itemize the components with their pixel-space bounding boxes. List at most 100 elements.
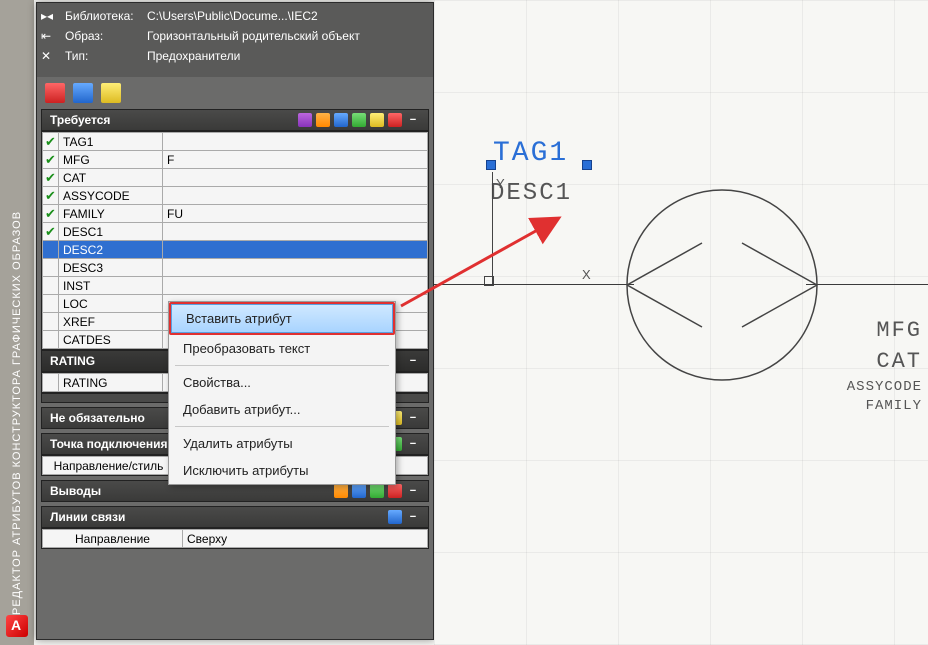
head-icon[interactable]: [388, 510, 402, 524]
collapse-section-icon[interactable]: −: [406, 113, 420, 127]
collapse-section-icon[interactable]: −: [406, 411, 420, 425]
canvas-property-labels: MFG CAT ASSYCODE FAMILY: [847, 316, 922, 417]
image-value: Горизонтальный родительский объект: [147, 29, 360, 43]
attr-name-cell: MFG: [59, 151, 163, 169]
ctx-convert-text[interactable]: Преобразовать текст: [169, 335, 395, 362]
head-icon[interactable]: [352, 113, 366, 127]
canvas-assycode-label: ASSYCODE: [847, 378, 922, 398]
section-optional-title: Не обязательно: [50, 411, 145, 425]
head-icon[interactable]: [370, 484, 384, 498]
vertical-title-text: РЕДАКТОР АТРИБУТОВ КОНСТРУКТОРА ГРАФИЧЕС…: [11, 8, 23, 615]
type-value: Предохранители: [147, 49, 240, 63]
row-check-icon: ✔: [43, 187, 59, 205]
attr-value-cell[interactable]: [163, 187, 428, 205]
collapse-section-icon[interactable]: −: [406, 354, 420, 368]
wire-line: [434, 284, 634, 285]
collapse-icon[interactable]: ▸◂: [41, 9, 53, 23]
attr-name-cell: LOC: [59, 295, 163, 313]
attr-name-cell: XREF: [59, 313, 163, 331]
panel-toolbar: [41, 81, 429, 109]
canvas-tag1-text[interactable]: TAG1: [493, 138, 568, 169]
row-check-icon: ✔: [43, 133, 59, 151]
panel-control-icons: ▸◂ ⇤ ✕: [41, 9, 53, 63]
table-row[interactable]: INST: [43, 277, 428, 295]
autocad-logo: [6, 615, 28, 637]
head-icon[interactable]: [388, 484, 402, 498]
canvas-family-label: FAMILY: [847, 397, 922, 417]
row-check-icon: [43, 313, 59, 331]
toolbar-icon-3[interactable]: [101, 83, 121, 103]
attr-name-cell: CATDES: [59, 331, 163, 349]
attr-value-cell[interactable]: [163, 133, 428, 151]
head-icon[interactable]: [298, 113, 312, 127]
rating-name: RATING: [59, 374, 163, 392]
selection-grip[interactable]: [582, 160, 592, 170]
table-row[interactable]: ✔ASSYCODE: [43, 187, 428, 205]
head-icon[interactable]: [334, 113, 348, 127]
ctx-properties[interactable]: Свойства...: [169, 369, 395, 396]
attr-value-cell[interactable]: [163, 169, 428, 187]
row-check-icon: ✔: [43, 169, 59, 187]
attr-value-cell[interactable]: [163, 223, 428, 241]
attr-name-cell: FAMILY: [59, 205, 163, 223]
head-icon[interactable]: [334, 484, 348, 498]
ctx-exclude-attributes[interactable]: Исключить атрибуты: [169, 457, 395, 484]
pin-icon[interactable]: ⇤: [41, 29, 53, 43]
table-row[interactable]: ✔MFGF: [43, 151, 428, 169]
row-check-icon: [43, 331, 59, 349]
table-row[interactable]: Направление Сверху: [43, 530, 428, 548]
attr-name-cell: DESC1: [59, 223, 163, 241]
attr-value-cell[interactable]: [163, 241, 428, 259]
axis-x-label: X: [582, 267, 591, 282]
row-check-icon: [43, 295, 59, 313]
toolbar-icon-2[interactable]: [73, 83, 93, 103]
table-row[interactable]: ✔DESC1: [43, 223, 428, 241]
row-check-icon: ✔: [43, 151, 59, 169]
close-panel-icon[interactable]: ✕: [41, 49, 53, 63]
ctx-add-attribute[interactable]: Добавить атрибут...: [169, 396, 395, 423]
head-icon[interactable]: [352, 484, 366, 498]
head-icon[interactable]: [388, 113, 402, 127]
panel-header: Библиотека:C:\Users\Public\Docume...\IEC…: [37, 3, 433, 77]
context-menu: Вставить атрибут Преобразовать текст Сво…: [168, 301, 396, 485]
collapse-section-icon[interactable]: −: [406, 437, 420, 451]
links-grid[interactable]: Направление Сверху: [41, 528, 429, 549]
conn-label: Направление/стиль: [43, 457, 175, 475]
ctx-delete-attributes[interactable]: Удалить атрибуты: [169, 430, 395, 457]
table-row[interactable]: DESC3: [43, 259, 428, 277]
attr-value-cell[interactable]: F: [163, 151, 428, 169]
row-check-icon: [43, 241, 59, 259]
table-row[interactable]: ✔FAMILYFU: [43, 205, 428, 223]
canvas-cat-label: CAT: [847, 347, 922, 378]
section-rating-title: RATING: [50, 354, 95, 368]
fuse-symbol[interactable]: [612, 165, 832, 405]
toolbar-icon-1[interactable]: [45, 83, 65, 103]
collapse-section-icon[interactable]: −: [406, 510, 420, 524]
ctx-insert-attribute[interactable]: Вставить атрибут: [171, 304, 393, 333]
row-check-icon: [43, 259, 59, 277]
collapse-section-icon[interactable]: −: [406, 484, 420, 498]
section-required-head[interactable]: Требуется −: [41, 109, 429, 131]
attr-name-cell: INST: [59, 277, 163, 295]
table-row[interactable]: ✔CAT: [43, 169, 428, 187]
axis-y-line: [492, 172, 493, 284]
image-label: Образ:: [65, 29, 147, 43]
links-label: Направление: [43, 530, 183, 548]
links-val[interactable]: Сверху: [183, 530, 428, 548]
table-row[interactable]: ✔TAG1: [43, 133, 428, 151]
head-icon[interactable]: [370, 113, 384, 127]
attr-value-cell[interactable]: [163, 277, 428, 295]
section-links-head[interactable]: Линии связи −: [41, 506, 429, 528]
section-connpoint-title: Точка подключения: [50, 437, 167, 451]
attr-value-cell[interactable]: FU: [163, 205, 428, 223]
section-links: Линии связи − Направление Сверху: [41, 506, 429, 549]
ctx-separator: [175, 426, 389, 427]
selection-grip[interactable]: [486, 160, 496, 170]
head-icon[interactable]: [316, 113, 330, 127]
attr-name-cell: TAG1: [59, 133, 163, 151]
attr-value-cell[interactable]: [163, 259, 428, 277]
attr-name-cell: DESC2: [59, 241, 163, 259]
drawing-canvas[interactable]: TAG1 DESC1 X Y MFG CAT ASSYCODE FAMILY: [434, 0, 928, 645]
table-row[interactable]: DESC2: [43, 241, 428, 259]
row-check-icon: ✔: [43, 223, 59, 241]
